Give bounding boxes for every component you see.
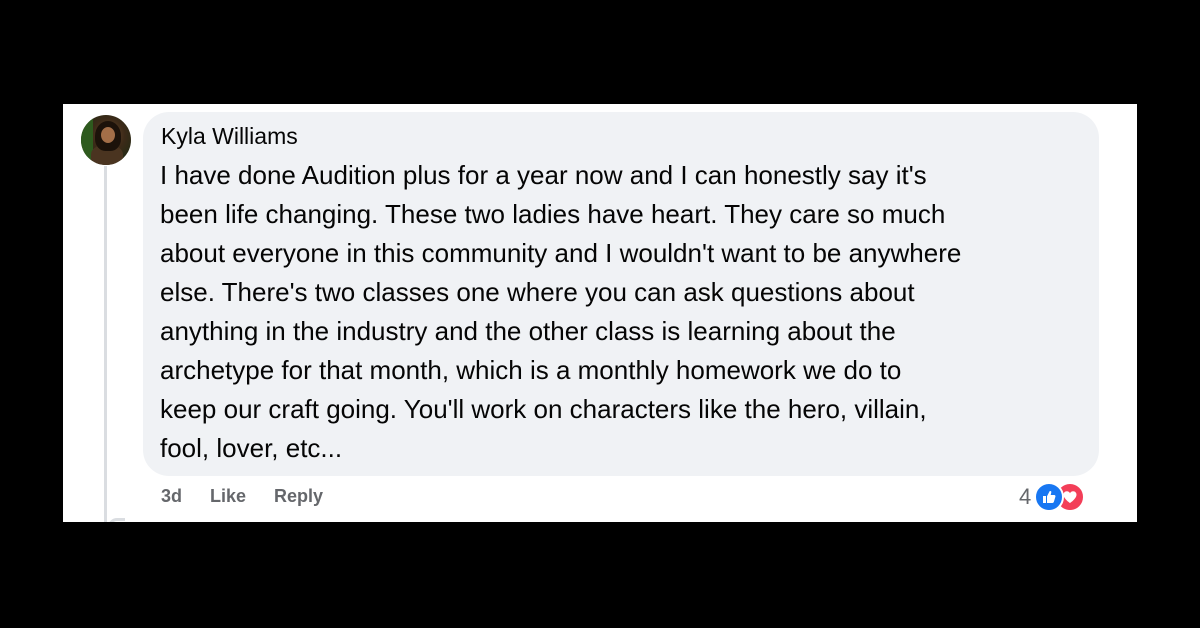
thread-stub <box>108 518 125 522</box>
comment-timestamp[interactable]: 3d <box>161 486 182 507</box>
reaction-count: 4 <box>1019 484 1032 509</box>
comment-bubble: Kyla Williams I have done Audition plus … <box>143 112 1099 476</box>
comment-text-line: anything in the industry and the other c… <box>160 316 896 346</box>
avatar[interactable] <box>81 115 131 165</box>
comment-text-line: I have done Audition plus for a year now… <box>160 160 927 190</box>
comment-text-line: been life changing. These two ladies hav… <box>160 199 946 229</box>
thread-line <box>104 166 107 522</box>
comment-text-line: keep our craft going. You'll work on cha… <box>160 394 927 424</box>
comment-text-line: fool, lover, etc... <box>160 433 343 463</box>
reaction-summary[interactable]: 4 <box>1019 482 1086 512</box>
comment-actions: 3d Like Reply <box>161 486 323 507</box>
comment-card: Kyla Williams I have done Audition plus … <box>63 104 1137 522</box>
like-button[interactable]: Like <box>210 486 246 507</box>
comment-author[interactable]: Kyla Williams <box>161 123 298 150</box>
comment-text-line: about everyone in this community and I w… <box>160 238 962 268</box>
comment-text-line: archetype for that month, which is a mon… <box>160 355 902 385</box>
comment-text-line: else. There's two classes one where you … <box>160 277 915 307</box>
reply-button[interactable]: Reply <box>274 486 323 507</box>
comment-text: I have done Audition plus for a year now… <box>160 156 1085 468</box>
